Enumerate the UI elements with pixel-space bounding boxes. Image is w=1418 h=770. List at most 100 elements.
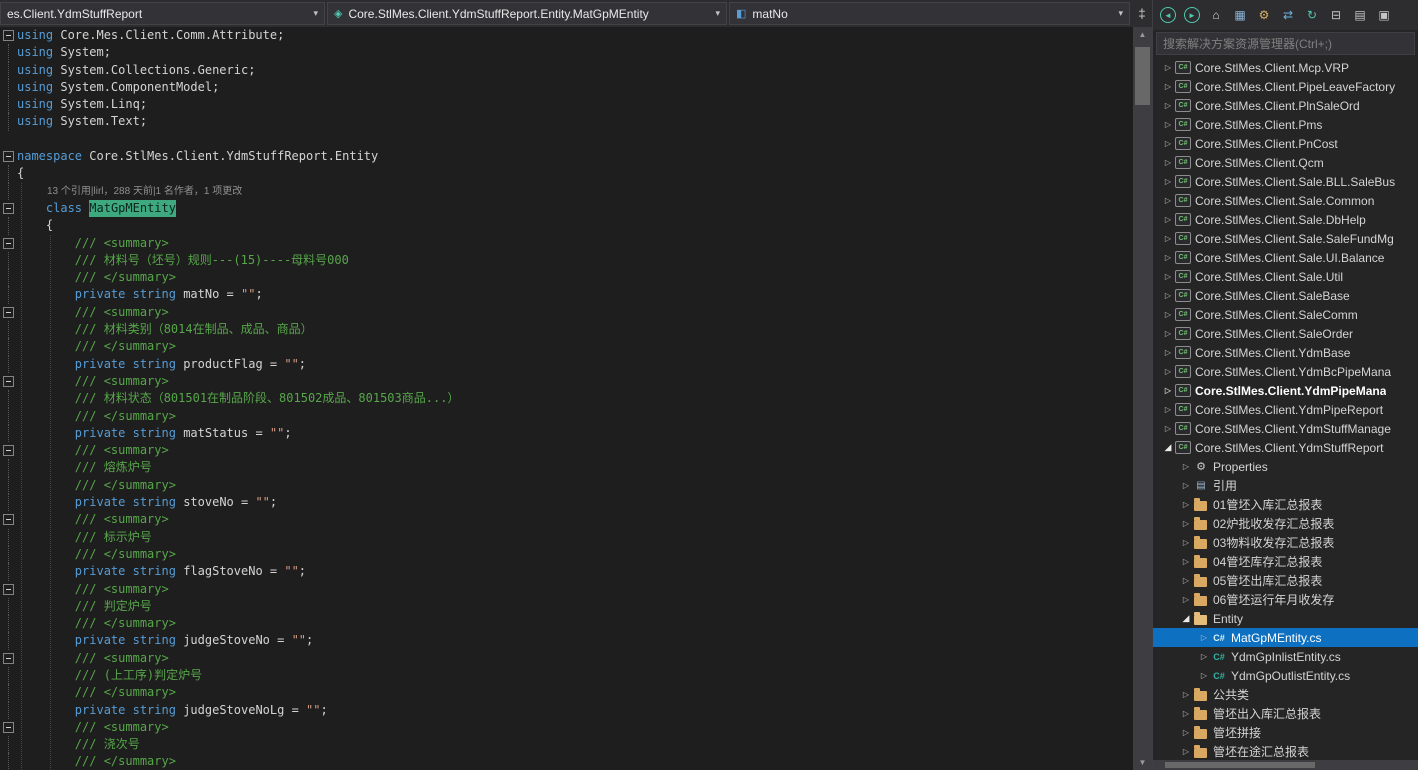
- code-line[interactable]: private string stoveNo = "";: [0, 494, 1133, 511]
- expand-arrow-icon[interactable]: ▷: [1197, 671, 1211, 680]
- code-line[interactable]: class MatGpMEntity: [0, 200, 1133, 217]
- scroll-up-arrow-icon[interactable]: ▲: [1133, 27, 1152, 42]
- tree-item[interactable]: ▷C#Core.StlMes.Client.SaleComm: [1153, 305, 1418, 324]
- code-line[interactable]: /// 材料类别（8014在制品、成品、商品）: [0, 321, 1133, 338]
- code-line[interactable]: private string matNo = "";: [0, 286, 1133, 303]
- expand-arrow-icon[interactable]: ▷: [1161, 291, 1175, 300]
- expand-arrow-icon[interactable]: ▷: [1161, 348, 1175, 357]
- tree-item[interactable]: ▷C#Core.StlMes.Client.PnCost: [1153, 134, 1418, 153]
- code-line[interactable]: private string matStatus = "";: [0, 425, 1133, 442]
- expand-arrow-icon[interactable]: ▷: [1161, 424, 1175, 433]
- fold-toggle-icon[interactable]: [0, 148, 17, 165]
- tree-item[interactable]: ▷02炉批收发存汇总报表: [1153, 514, 1418, 533]
- expand-arrow-icon[interactable]: ▷: [1161, 139, 1175, 148]
- expand-arrow-icon[interactable]: ▷: [1179, 519, 1193, 528]
- expand-arrow-icon[interactable]: ▷: [1179, 500, 1193, 509]
- tree-item[interactable]: ▷管坯在途汇总报表: [1153, 742, 1418, 760]
- show-all-files-icon[interactable]: ▤: [1350, 5, 1370, 25]
- forward-icon[interactable]: ►: [1184, 7, 1200, 23]
- sync-with-active-document-icon[interactable]: ⇄: [1278, 5, 1298, 25]
- tree-item[interactable]: ▷C#YdmGpInlistEntity.cs: [1153, 647, 1418, 666]
- code-line[interactable]: /// <summary>: [0, 650, 1133, 667]
- tree-item[interactable]: ▷C#Core.StlMes.Client.SaleBase: [1153, 286, 1418, 305]
- expand-arrow-icon[interactable]: ▷: [1161, 253, 1175, 262]
- expand-arrow-icon[interactable]: ▷: [1179, 690, 1193, 699]
- tree-item[interactable]: ◢Entity: [1153, 609, 1418, 628]
- scroll-down-arrow-icon[interactable]: ▼: [1133, 755, 1152, 770]
- tree-item[interactable]: ▷04管坯库存汇总报表: [1153, 552, 1418, 571]
- tree-item[interactable]: ▷C#Core.StlMes.Client.PipeLeaveFactory: [1153, 77, 1418, 96]
- tree-item[interactable]: ▷⚙Properties: [1153, 457, 1418, 476]
- code-line[interactable]: /// </summary>: [0, 615, 1133, 632]
- expand-arrow-icon[interactable]: ▷: [1161, 367, 1175, 376]
- expand-arrow-icon[interactable]: ▷: [1179, 709, 1193, 718]
- code-line[interactable]: using System;: [0, 44, 1133, 61]
- expand-arrow-icon[interactable]: ▷: [1161, 310, 1175, 319]
- code-line[interactable]: using Core.Mes.Client.Comm.Attribute;: [0, 27, 1133, 44]
- project-dropdown[interactable]: es.Client.YdmStuffReport ▾: [0, 2, 325, 25]
- expand-arrow-icon[interactable]: ▷: [1161, 82, 1175, 91]
- code-line[interactable]: /// </summary>: [0, 408, 1133, 425]
- code-line[interactable]: /// <summary>: [0, 373, 1133, 390]
- tree-item[interactable]: ▷C#Core.StlMes.Client.Mcp.VRP: [1153, 58, 1418, 77]
- scrollbar-thumb[interactable]: [1165, 762, 1315, 768]
- code-line[interactable]: 13 个引用|lirl，288 天前|1 名作者，1 项更改: [0, 183, 1133, 200]
- code-line[interactable]: /// <summary>: [0, 442, 1133, 459]
- tree-item[interactable]: ◢C#Core.StlMes.Client.YdmStuffReport: [1153, 438, 1418, 457]
- code-line[interactable]: /// 熔炼炉号: [0, 459, 1133, 476]
- expand-arrow-icon[interactable]: ▷: [1179, 747, 1193, 756]
- code-line[interactable]: using System.Text;: [0, 113, 1133, 130]
- solution-explorer-search-input[interactable]: 搜索解决方案资源管理器(Ctrl+;): [1156, 32, 1415, 55]
- fold-toggle-icon[interactable]: [0, 200, 17, 217]
- code-line[interactable]: /// </summary>: [0, 269, 1133, 286]
- code-line[interactable]: /// <summary>: [0, 719, 1133, 736]
- expand-arrow-icon[interactable]: ▷: [1161, 177, 1175, 186]
- tree-item[interactable]: ▷▤引用: [1153, 476, 1418, 495]
- tree-item[interactable]: ▷C#Core.StlMes.Client.YdmPipeMana: [1153, 381, 1418, 400]
- fold-toggle-icon[interactable]: [0, 581, 17, 598]
- tree-item[interactable]: ▷C#Core.StlMes.Client.Sale.SaleFundMg: [1153, 229, 1418, 248]
- split-editor-handle[interactable]: ‡: [1132, 0, 1152, 27]
- expand-arrow-icon[interactable]: ▷: [1161, 234, 1175, 243]
- tree-item[interactable]: ▷C#MatGpMEntity.cs: [1153, 628, 1418, 647]
- code-line[interactable]: private string flagStoveNo = "";: [0, 563, 1133, 580]
- code-line[interactable]: private string productFlag = "";: [0, 356, 1133, 373]
- back-icon[interactable]: ◄: [1160, 7, 1176, 23]
- code-line[interactable]: /// (上工序)判定炉号: [0, 667, 1133, 684]
- fold-toggle-icon[interactable]: [0, 719, 17, 736]
- fold-toggle-icon[interactable]: [0, 27, 17, 44]
- code-line[interactable]: using System.Collections.Generic;: [0, 62, 1133, 79]
- fold-toggle-icon[interactable]: [0, 650, 17, 667]
- expand-arrow-icon[interactable]: ▷: [1161, 405, 1175, 414]
- tree-item[interactable]: ▷管坯出入库汇总报表: [1153, 704, 1418, 723]
- expand-arrow-icon[interactable]: ▷: [1179, 557, 1193, 566]
- fold-toggle-icon[interactable]: [0, 304, 17, 321]
- scrollbar-thumb[interactable]: [1135, 47, 1150, 105]
- code-line[interactable]: [0, 131, 1133, 148]
- expand-arrow-icon[interactable]: ▷: [1161, 215, 1175, 224]
- tree-item[interactable]: ▷C#YdmGpOutlistEntity.cs: [1153, 666, 1418, 685]
- codelens-indicator[interactable]: 13 个引用|lirl，288 天前|1 名作者，1 项更改: [47, 183, 242, 200]
- fold-toggle-icon[interactable]: [0, 373, 17, 390]
- code-line[interactable]: /// <summary>: [0, 581, 1133, 598]
- tree-item[interactable]: ▷C#Core.StlMes.Client.YdmBase: [1153, 343, 1418, 362]
- tree-item[interactable]: ▷01管坯入库汇总报表: [1153, 495, 1418, 514]
- switch-views-icon[interactable]: ▦: [1230, 5, 1250, 25]
- expand-arrow-icon[interactable]: ▷: [1179, 576, 1193, 585]
- expand-arrow-icon[interactable]: ▷: [1161, 101, 1175, 110]
- code-editor[interactable]: using Core.Mes.Client.Comm.Attribute;usi…: [0, 27, 1133, 770]
- code-line[interactable]: /// <summary>: [0, 511, 1133, 528]
- tree-item[interactable]: ▷C#Core.StlMes.Client.Qcm: [1153, 153, 1418, 172]
- expand-arrow-icon[interactable]: ▷: [1161, 63, 1175, 72]
- code-line[interactable]: /// 标示炉号: [0, 529, 1133, 546]
- tree-item[interactable]: ▷C#Core.StlMes.Client.SaleOrder: [1153, 324, 1418, 343]
- tree-item[interactable]: ▷C#Core.StlMes.Client.Sale.Util: [1153, 267, 1418, 286]
- collapse-arrow-icon[interactable]: ◢: [1179, 613, 1193, 624]
- code-line[interactable]: /// 材料号（坯号）规则---(15)----母料号000: [0, 252, 1133, 269]
- expand-arrow-icon[interactable]: ▷: [1179, 728, 1193, 737]
- tree-item[interactable]: ▷C#Core.StlMes.Client.Sale.UI.Balance: [1153, 248, 1418, 267]
- code-line[interactable]: private string judgeStoveNo = "";: [0, 632, 1133, 649]
- fold-toggle-icon[interactable]: [0, 511, 17, 528]
- code-line[interactable]: /// </summary>: [0, 753, 1133, 770]
- code-line[interactable]: /// 浇次号: [0, 736, 1133, 753]
